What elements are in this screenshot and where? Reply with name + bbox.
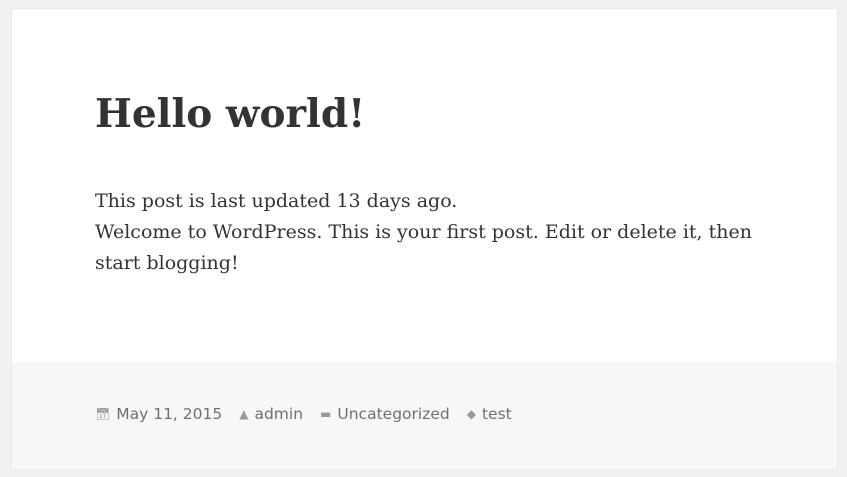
tag-icon: ◆ [466, 407, 476, 421]
updated-notice: This post is last updated 13 days ago. [95, 190, 458, 212]
post-date-link[interactable]: May 11, 2015 [116, 405, 222, 423]
author-link[interactable]: admin [254, 405, 303, 423]
post-footer: 📅︎ May 11, 2015 ▲ admin ▬ Uncategorized ◆ te… [12, 362, 837, 469]
entry-meta: 📅︎ May 11, 2015 ▲ admin ▬ Uncategorized ◆ te… [95, 405, 529, 423]
post-content: This post is last updated 13 days ago. W… [95, 186, 785, 279]
user-icon: ▲ [239, 407, 249, 421]
calendar-icon: 📅︎ [95, 407, 111, 421]
post-title[interactable]: Hello world! [95, 91, 365, 138]
tag-link[interactable]: test [482, 405, 512, 423]
post-body: Welcome to WordPress. This is your first… [95, 221, 752, 274]
folder-icon: ▬ [320, 407, 332, 421]
category-link[interactable]: Uncategorized [337, 405, 449, 423]
post-card: Hello world! This post is last updated 1… [12, 9, 837, 469]
